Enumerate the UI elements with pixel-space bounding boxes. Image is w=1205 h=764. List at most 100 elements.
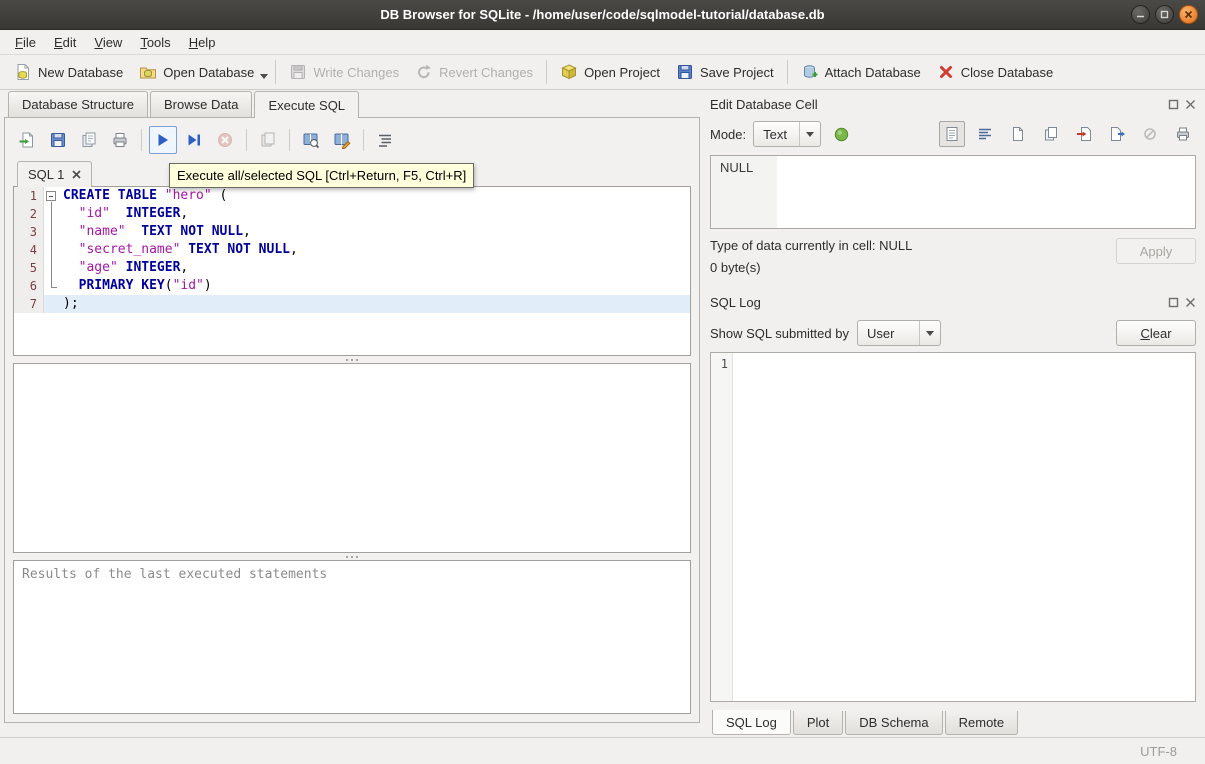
document-view-button[interactable] <box>939 121 965 147</box>
execute-sql-button[interactable] <box>149 126 177 154</box>
menu-view[interactable]: View <box>85 32 131 53</box>
open-database-icon <box>140 67 157 79</box>
cell-editor[interactable]: NULL <box>710 155 1196 229</box>
open-database-label: Open Database <box>163 64 255 80</box>
find-icon <box>303 133 320 149</box>
sql-log-header: SQL Log <box>710 290 1196 314</box>
save-sql-file-button[interactable] <box>44 126 72 154</box>
sql-tab-label: SQL 1 <box>28 167 65 182</box>
execute-current-line-icon <box>188 134 200 146</box>
results-grid-pane[interactable] <box>13 363 691 553</box>
close-dock-icon[interactable] <box>1185 99 1196 110</box>
sql-editor[interactable]: 1 CREATE TABLE "hero" (2 "id" INTEGER, 3 "… <box>13 186 691 356</box>
print-cell-button[interactable] <box>1170 121 1196 147</box>
open-sql-file-button[interactable] <box>13 126 41 154</box>
tab-database-structure[interactable]: Database Structure <box>8 91 149 117</box>
mode-combobox[interactable]: Text <box>753 121 821 147</box>
execute-sql-icon <box>158 134 168 146</box>
tab-label: Plot <box>806 715 830 730</box>
document-view-icon <box>946 127 958 141</box>
splitter-editor-results[interactable] <box>13 356 691 363</box>
close-database-button[interactable]: Close Database <box>929 58 1062 86</box>
format-sql-button[interactable] <box>371 126 399 154</box>
find-button[interactable] <box>297 126 325 154</box>
save-sql-as-button[interactable] <box>75 126 103 154</box>
open-database-dropdown[interactable] <box>258 61 270 83</box>
log-line-number: 1 <box>711 353 733 701</box>
mode-value: Text <box>763 126 787 142</box>
new-database-icon <box>17 64 29 80</box>
window-title: DB Browser for SQLite - /home/user/code/… <box>380 7 825 22</box>
close-icon[interactable] <box>1179 5 1198 24</box>
page-icon <box>1013 127 1023 141</box>
sql-toolbar-separator <box>141 129 142 151</box>
titlebar: DB Browser for SQLite - /home/user/code/… <box>0 0 1205 30</box>
text-lines-button[interactable] <box>972 121 998 147</box>
attach-database-button[interactable]: Attach Database <box>793 58 929 86</box>
tab-browse-data[interactable]: Browse Data <box>150 91 253 117</box>
save-sql-file-icon <box>51 133 65 147</box>
close-tab-icon[interactable] <box>72 170 81 179</box>
tab-label: Browse Data <box>164 97 239 112</box>
save-project-label: Save Project <box>699 64 774 80</box>
import-button[interactable] <box>1071 121 1097 147</box>
find-replace-icon <box>334 133 351 149</box>
copy-button[interactable] <box>1038 121 1064 147</box>
float-dock-icon[interactable] <box>1168 99 1179 110</box>
open-database-button[interactable]: Open Database <box>131 58 262 86</box>
messages-placeholder: Results of the last executed statements <box>22 567 328 582</box>
toolbar-separator <box>786 60 788 84</box>
clear-log-button[interactable]: Clear <box>1116 320 1196 346</box>
tab-plot[interactable]: Plot <box>792 711 844 735</box>
find-replace-button[interactable] <box>328 126 356 154</box>
open-project-label: Open Project <box>584 64 660 80</box>
tab-sql-log[interactable]: SQL Log <box>712 710 791 735</box>
chevron-down-icon <box>798 122 820 146</box>
log-filter-combobox[interactable]: User <box>856 320 941 346</box>
edit-cell-header: Edit Database Cell <box>710 92 1196 116</box>
apply-button: Apply <box>1116 238 1196 264</box>
execute-current-line-button[interactable] <box>180 126 208 154</box>
edit-cell-controls: Mode: Text <box>710 116 1196 152</box>
sql-log-pane[interactable]: 1 <box>710 352 1196 702</box>
minimize-icon[interactable] <box>1131 5 1150 24</box>
menu-tools[interactable]: Tools <box>131 32 179 53</box>
write-changes-icon <box>291 65 306 79</box>
copy-icon <box>1045 127 1057 141</box>
tab-db-schema[interactable]: DB Schema <box>845 711 943 735</box>
sql-toolbar-separator <box>363 129 364 151</box>
float-dock-icon[interactable] <box>1168 297 1179 308</box>
close-database-label: Close Database <box>960 64 1054 80</box>
print-sql-button[interactable] <box>106 126 134 154</box>
tab-execute-sql[interactable]: Execute SQL <box>254 91 360 118</box>
new-database-button[interactable]: New Database <box>6 58 131 86</box>
menubar: File Edit View Tools Help <box>0 30 1205 54</box>
save-project-button[interactable]: Save Project <box>668 58 782 86</box>
tab-remote[interactable]: Remote <box>944 711 1019 735</box>
format-cell-button[interactable] <box>828 121 856 147</box>
new-database-label: New Database <box>38 64 124 80</box>
export-button[interactable] <box>1104 121 1130 147</box>
close-dock-icon[interactable] <box>1185 297 1196 308</box>
import-icon <box>1077 127 1091 141</box>
splitter-results-messages[interactable] <box>13 553 691 560</box>
messages-pane[interactable]: Results of the last executed statements <box>13 560 691 714</box>
menu-file[interactable]: File <box>6 32 45 53</box>
cell-info-row: Type of data currently in cell: NULL 0 b… <box>710 238 1196 282</box>
toolbar-separator <box>275 60 277 84</box>
save-sql-as-icon <box>82 132 96 147</box>
encoding-indicator: UTF-8 <box>1140 743 1177 759</box>
open-project-button[interactable]: Open Project <box>552 58 668 86</box>
save-results-icon <box>261 132 275 147</box>
statusbar: UTF-8 <box>0 737 1205 764</box>
cell-size-info: 0 byte(s) <box>710 260 761 275</box>
menu-edit[interactable]: Edit <box>45 32 85 53</box>
toolbar-separator <box>546 60 548 84</box>
sql-1-tab[interactable]: SQL 1 <box>17 161 93 187</box>
menu-help[interactable]: Help <box>180 32 225 53</box>
execute-sql-panel: SQL 1 1 CREATE TABLE "hero" (2 "id" INTEG… <box>4 117 700 723</box>
open-sql-file-icon <box>19 132 33 148</box>
set-null-icon <box>1144 128 1156 140</box>
page-button[interactable] <box>1005 121 1031 147</box>
maximize-icon[interactable] <box>1155 5 1174 24</box>
